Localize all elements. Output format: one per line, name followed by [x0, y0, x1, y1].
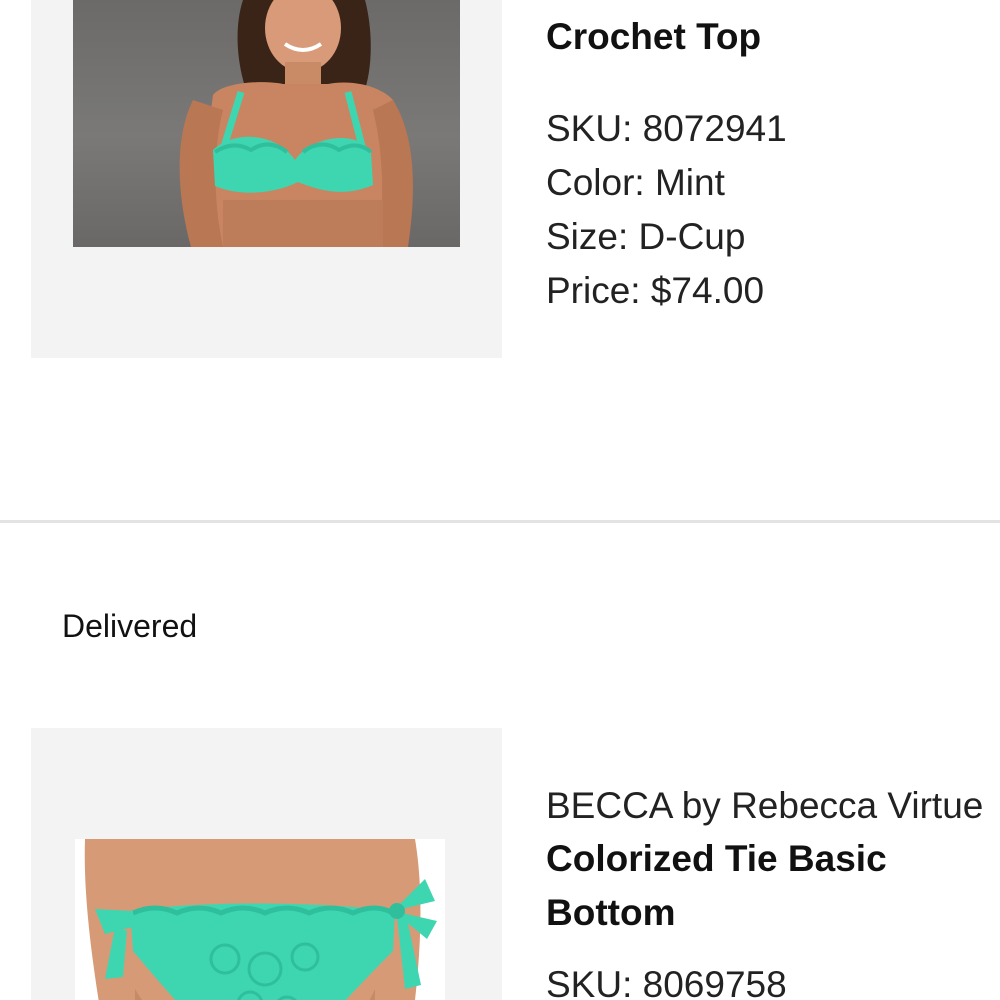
- product-details: SKU: 8072941 Color: Mint Size: D-Cup Pri…: [546, 102, 1000, 318]
- swimwear-top-photo: [73, 0, 460, 247]
- product-image-panel[interactable]: [31, 728, 502, 1000]
- order-item-card[interactable]: BECCA by Rebecca Virtue Colorized Tie Ba…: [0, 728, 1000, 1000]
- section-divider: [0, 520, 1000, 523]
- product-title-line: Bottom: [546, 892, 676, 933]
- product-sku: SKU: 8072941: [546, 108, 787, 149]
- product-photo-icon: [179, 0, 413, 247]
- product-price: Price: $74.00: [546, 270, 765, 311]
- swimwear-bottom-photo: [75, 839, 445, 1000]
- product-title[interactable]: Crochet Top: [546, 10, 1000, 64]
- product-title-line: Colorized Tie Basic: [546, 838, 887, 879]
- product-color: Color: Mint: [546, 162, 725, 203]
- order-details-page: Crochet Top SKU: 8072941 Color: Mint Siz…: [0, 0, 1000, 1000]
- shipment-status: Delivered: [62, 608, 198, 644]
- product-brand: BECCA by Rebecca Virtue: [546, 785, 984, 826]
- product-sku: SKU: 8069758: [546, 964, 787, 1000]
- product-details: SKU: 8069758: [546, 958, 1000, 1000]
- product-info: Crochet Top SKU: 8072941 Color: Mint Siz…: [546, 10, 1000, 318]
- product-image-panel[interactable]: [31, 0, 502, 358]
- product-size: Size: D-Cup: [546, 216, 746, 257]
- product-info: BECCA by Rebecca Virtue Colorized Tie Ba…: [546, 780, 1000, 1000]
- product-title[interactable]: Colorized Tie Basic Bottom: [546, 832, 1000, 940]
- order-item-card[interactable]: Crochet Top SKU: 8072941 Color: Mint Siz…: [0, 0, 1000, 360]
- product-photo-icon: [75, 839, 445, 1000]
